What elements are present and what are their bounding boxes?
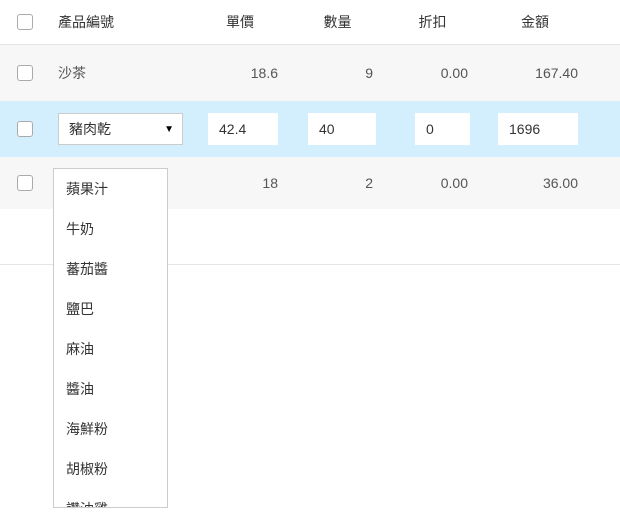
row-checkbox[interactable] <box>17 65 33 81</box>
dropdown-option[interactable]: 蘋果汁 <box>54 169 167 209</box>
dropdown-option[interactable]: 牛奶 <box>54 209 167 249</box>
dropdown-option[interactable]: 海鮮粉 <box>54 409 167 449</box>
chevron-down-icon: ▼ <box>164 124 174 135</box>
cell-product: 沙茶 <box>50 63 190 83</box>
header-qty: 數量 <box>290 12 385 32</box>
product-dropdown[interactable]: 蘋果汁 牛奶 蕃茄醬 鹽巴 麻油 醬油 海鮮粉 胡椒粉 讚油雞 大甲蟹 <box>53 168 168 508</box>
cell-qty: 2 <box>290 175 385 191</box>
cell-amount: 36.00 <box>480 175 590 191</box>
row-checkbox[interactable] <box>17 175 33 191</box>
table-header: 產品編號 單價 數量 折扣 金額 <box>0 0 620 45</box>
cell-price: 18.6 <box>190 65 290 81</box>
cell-discount: 0.00 <box>385 175 480 191</box>
dropdown-option[interactable]: 讚油雞 <box>54 489 167 508</box>
row-checkbox[interactable] <box>17 121 33 137</box>
select-all-checkbox[interactable] <box>17 14 33 30</box>
header-discount: 折扣 <box>385 12 480 32</box>
cell-qty: 9 <box>290 65 385 81</box>
discount-input[interactable] <box>415 113 470 145</box>
dropdown-option[interactable]: 鹽巴 <box>54 289 167 329</box>
dropdown-option[interactable]: 麻油 <box>54 329 167 369</box>
cell-discount: 0.00 <box>385 65 480 81</box>
dropdown-option[interactable]: 醬油 <box>54 369 167 409</box>
qty-input[interactable] <box>308 113 376 145</box>
dropdown-option[interactable]: 胡椒粉 <box>54 449 167 489</box>
product-select[interactable]: 豬肉乾 ▼ <box>58 113 183 145</box>
product-select-value: 豬肉乾 <box>69 119 111 139</box>
price-input[interactable] <box>208 113 278 145</box>
cell-price: 18 <box>190 175 290 191</box>
table-row-editing: 豬肉乾 ▼ <box>0 101 620 157</box>
table-row: 沙茶 18.6 9 0.00 167.40 <box>0 45 620 101</box>
dropdown-option[interactable]: 蕃茄醬 <box>54 249 167 289</box>
header-amount: 金額 <box>480 12 590 32</box>
cell-amount: 167.40 <box>480 65 590 81</box>
header-price: 單價 <box>190 12 290 32</box>
header-product: 產品編號 <box>50 12 190 32</box>
amount-input[interactable] <box>498 113 578 145</box>
